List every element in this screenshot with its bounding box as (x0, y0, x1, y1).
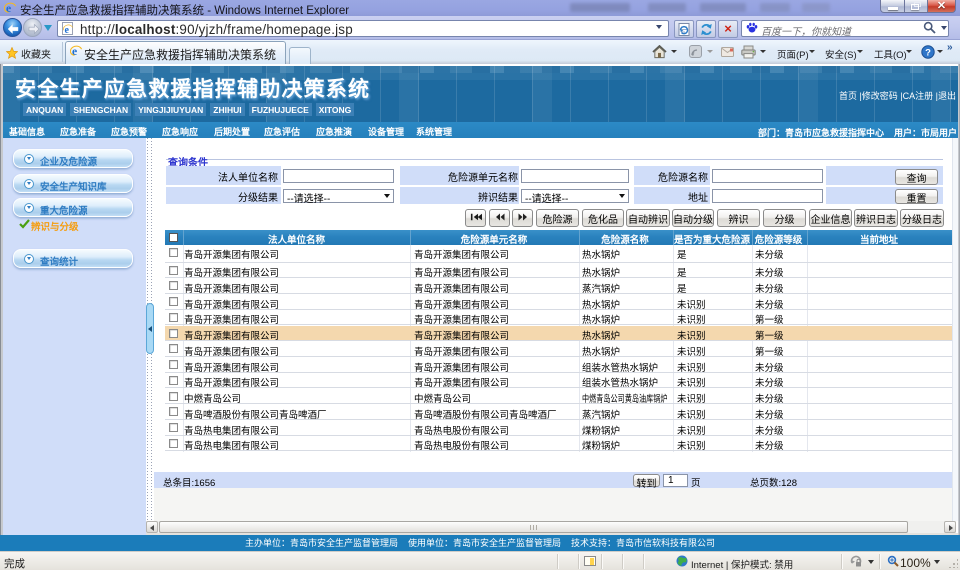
svg-text:?: ? (925, 47, 931, 58)
svg-text:e: e (64, 24, 69, 33)
